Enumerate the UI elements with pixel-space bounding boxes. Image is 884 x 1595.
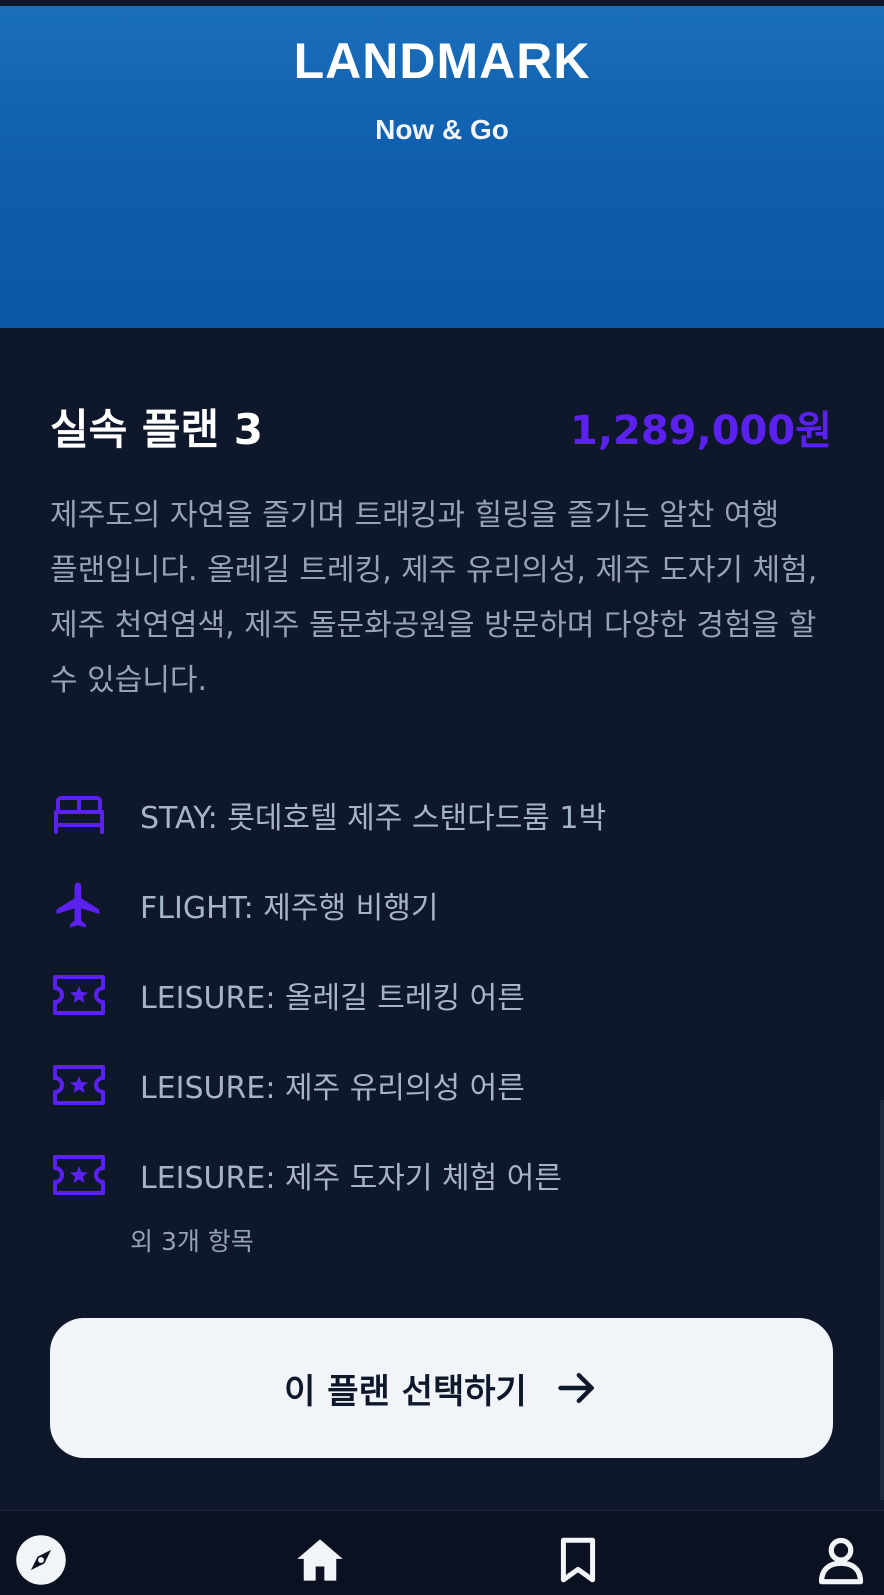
- plan-title: 실속 플랜 3: [50, 405, 264, 454]
- airplane-icon: [50, 876, 108, 934]
- nav-profile-button[interactable]: [812, 1533, 870, 1591]
- hero-banner: LANDMARK Now & Go: [0, 6, 884, 328]
- bed-icon: [50, 786, 108, 844]
- list-item: STAY: 롯데호텔 제주 스탠다드룸 1박: [50, 770, 840, 860]
- item-text: STAY: 롯데호텔 제주 스탠다드룸 1박: [140, 801, 607, 836]
- item-text: LEISURE: 제주 도자기 체험 어른: [140, 1161, 562, 1196]
- bookmark-icon: [553, 1534, 603, 1590]
- list-item: LEISURE: 제주 도자기 체험 어른: [50, 1130, 840, 1220]
- plan-detail-page: LANDMARK Now & Go 실속 플랜 3 1,289,000원 제주도…: [0, 0, 884, 1595]
- select-plan-label: 이 플랜 선택하기: [284, 1371, 527, 1412]
- nav-home-button[interactable]: [291, 1533, 349, 1591]
- plan-description: 제주도의 자연을 즐기며 트래킹과 힐링을 즐기는 알찬 여행 플랜입니다. 올…: [50, 498, 818, 698]
- item-text: LEISURE: 올레길 트레킹 어른: [140, 981, 525, 1016]
- user-icon: [815, 1534, 867, 1590]
- scrollbar[interactable]: [880, 1100, 884, 1500]
- arrow-right-icon: [555, 1366, 599, 1410]
- ticket-icon: [50, 1056, 108, 1114]
- hero-subtitle: Now & Go: [375, 114, 509, 145]
- more-items-label[interactable]: 외 3개 항목: [130, 1222, 254, 1258]
- list-item: LEISURE: 올레길 트레킹 어른: [50, 950, 840, 1040]
- compass-icon: [14, 1533, 68, 1591]
- nav-bookmark-button[interactable]: [549, 1533, 607, 1591]
- nav-explore-button[interactable]: [12, 1533, 70, 1591]
- hero-title: LANDMARK: [293, 33, 591, 89]
- plan-items-list: STAY: 롯데호텔 제주 스탠다드룸 1박 FLIGHT: 제주행 비행기 L…: [50, 770, 840, 1220]
- bottom-navigation: [0, 1510, 884, 1595]
- select-plan-button[interactable]: 이 플랜 선택하기: [50, 1318, 833, 1458]
- list-item: FLIGHT: 제주행 비행기: [50, 860, 840, 950]
- ticket-icon: [50, 1146, 108, 1204]
- item-text: LEISURE: 제주 유리의성 어른: [140, 1071, 525, 1106]
- item-text: FLIGHT: 제주행 비행기: [140, 891, 439, 926]
- plan-price: 1,289,000원: [569, 408, 832, 454]
- home-icon: [294, 1534, 346, 1590]
- list-item: LEISURE: 제주 유리의성 어른: [50, 1040, 840, 1130]
- ticket-icon: [50, 966, 108, 1024]
